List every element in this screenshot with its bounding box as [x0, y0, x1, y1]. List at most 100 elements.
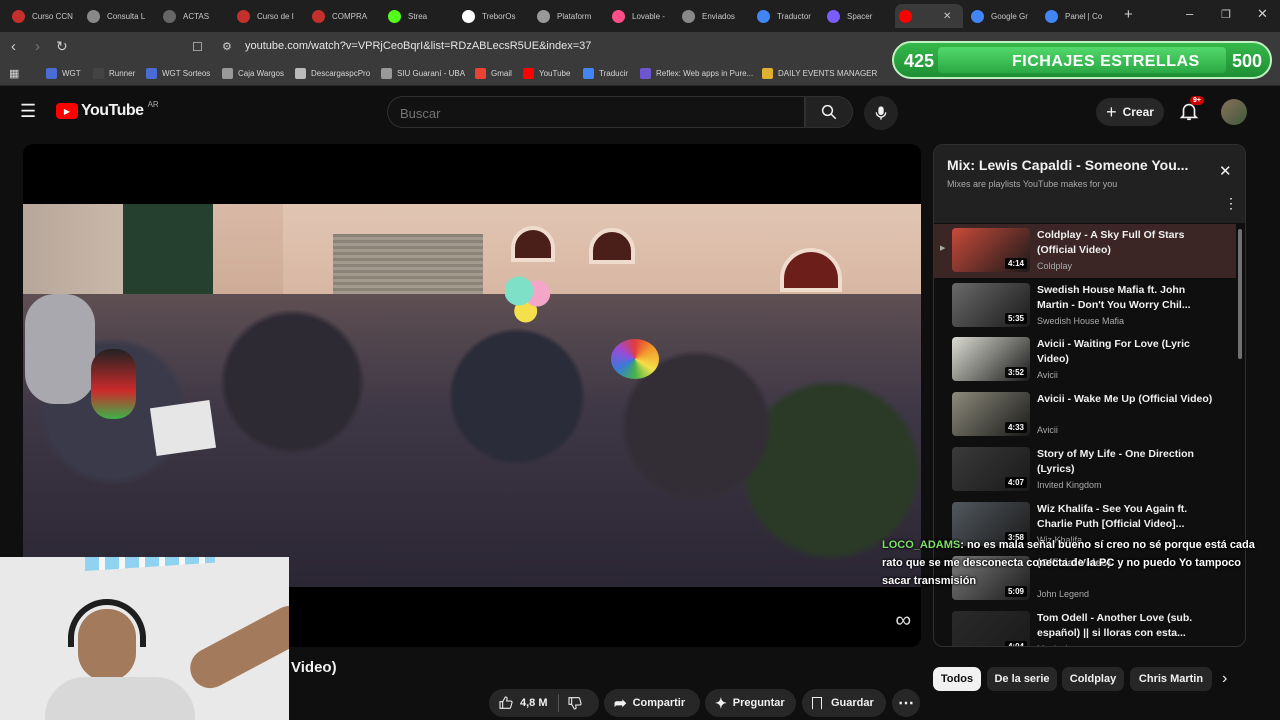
tab-label: Spacer — [847, 11, 873, 21]
bookmark-favicon-icon — [93, 68, 104, 79]
bookmark-item[interactable]: Traducir — [583, 68, 628, 79]
browser-tab[interactable]: Google Gr — [967, 4, 1037, 28]
browser-tab[interactable]: Panel | Co — [1041, 4, 1115, 28]
bookmark-item[interactable]: Runner — [93, 68, 135, 79]
goal-target: 500 — [1231, 51, 1262, 71]
white-box — [149, 400, 217, 456]
playlist-item-channel: Swedish House Mafia — [1037, 315, 1125, 326]
browser-tab[interactable]: ✕ — [895, 4, 963, 28]
playlist-item-channel: Musical — [1037, 644, 1068, 646]
browser-tab[interactable]: Plataform — [533, 4, 604, 28]
browser-tab[interactable]: Traductor — [753, 4, 819, 28]
reload-icon[interactable]: ↻ — [56, 38, 68, 55]
tab-close-icon[interactable]: ✕ — [943, 11, 951, 22]
back-icon[interactable]: ‹ — [11, 38, 16, 55]
bookmark-favicon-icon — [146, 68, 157, 79]
youtube-play-icon: ▶ — [56, 103, 78, 119]
new-tab-button[interactable]: + — [1124, 6, 1133, 23]
playlist-item-title: Tom Odell - Another Love (sub. español) … — [1037, 611, 1193, 639]
playlist-item[interactable]: 5:35 Swedish House Mafia ft. John Martin … — [934, 279, 1236, 333]
playlist-item-title: Avicii - Waiting For Love (Lyric Video) — [1037, 338, 1190, 366]
tab-favicon-icon — [612, 9, 625, 23]
share-label: Compartir — [632, 697, 686, 709]
close-icon[interactable]: ✕ — [1219, 162, 1232, 180]
site-info-icon[interactable]: ⚙ — [222, 40, 232, 53]
bookmark-item[interactable]: DAILY EVENTS MANAGER — [762, 68, 877, 79]
browser-tab[interactable]: Enviados — [678, 4, 749, 28]
youtube-logo[interactable]: ▶ YouTube AR — [56, 100, 159, 120]
voice-search-button[interactable] — [864, 96, 898, 130]
tab-favicon-icon — [682, 9, 695, 23]
address-bar-url[interactable]: youtube.com/watch?v=VPRjCeoBqrI&list=RDz… — [245, 40, 591, 52]
share-button[interactable]: ➦ Compartir — [604, 689, 700, 717]
apps-grid-icon[interactable]: ▦ — [9, 67, 19, 80]
bookmark-item[interactable]: Gmail — [475, 68, 512, 79]
bookmark-item[interactable]: DescargaspcPro — [295, 68, 370, 79]
streamer-body — [45, 677, 195, 720]
browser-tab[interactable]: Lovable - — [608, 4, 674, 28]
webcam-overlay — [0, 557, 289, 720]
more-vert-icon[interactable]: ⋮ — [1224, 195, 1238, 212]
menu-icon[interactable]: ☰ — [20, 101, 36, 122]
avatar[interactable] — [1221, 99, 1247, 125]
ask-button[interactable]: ✦ Preguntar — [705, 689, 796, 717]
mic-icon — [875, 106, 887, 120]
notifications-button[interactable]: 9+ — [1178, 96, 1204, 124]
bookmark-item[interactable]: Reflex: Web apps in Pure... — [640, 68, 753, 79]
browser-tab[interactable]: Strea — [384, 4, 454, 28]
minimize-icon[interactable]: – — [1186, 6, 1193, 21]
restore-icon[interactable]: ❐ — [1221, 8, 1231, 21]
chevron-right-icon[interactable]: › — [1222, 670, 1227, 688]
like-dislike-group: 4,8 M — [489, 689, 599, 717]
browser-tab[interactable]: Consulta L — [83, 4, 155, 28]
playlist-item[interactable]: 4:07 Story of My Life - One Direction (Ly… — [934, 443, 1236, 497]
bookmark-item[interactable]: WGT — [46, 68, 81, 79]
more-actions-button[interactable]: ⋯ — [892, 689, 920, 717]
share-icon: ➦ — [614, 695, 627, 712]
browser-tab[interactable]: Curso de I — [233, 4, 304, 28]
bookmark-item[interactable]: WGT Sorteos — [146, 68, 210, 79]
tab-favicon-icon — [757, 9, 770, 23]
ask-label: Preguntar — [732, 697, 785, 709]
bookmark-item[interactable]: YouTube — [523, 68, 570, 79]
playlist-scrollbar[interactable] — [1238, 229, 1242, 359]
filter-chip[interactable]: Todos — [933, 667, 981, 691]
dislike-button[interactable] — [567, 695, 583, 711]
bookmark-item[interactable]: Caja Wargos — [222, 68, 284, 79]
playlist-item[interactable]: 3:52 Avicii - Waiting For Love (Lyric Vid… — [934, 333, 1236, 387]
bookmark-star-icon[interactable]: ☐ — [192, 40, 203, 54]
playlist-item[interactable]: 4:33 Avicii - Wake Me Up (Official Video)… — [934, 388, 1236, 442]
browser-tab[interactable]: ACTAS — [159, 4, 229, 28]
loop-icon[interactable]: ∞ — [895, 607, 911, 633]
playlist-item-title: Wiz Khalifa - See You Again ft. Charlie … — [1037, 502, 1188, 530]
playlist-title[interactable]: Mix: Lewis Capaldi - Someone You... — [947, 157, 1188, 173]
search-button[interactable] — [805, 96, 853, 128]
browser-tab[interactable]: TreborOs — [458, 4, 529, 28]
filter-chip[interactable]: Chris Martin — [1130, 667, 1212, 691]
filter-chip[interactable]: De la serie — [987, 667, 1057, 691]
playlist-item[interactable]: ▶ 4:14 Coldplay - A Sky Full Of Stars (Off… — [934, 224, 1236, 278]
tab-favicon-icon — [163, 9, 176, 23]
save-button[interactable]: Guardar — [802, 689, 886, 717]
bookmark-item[interactable]: SIU Guaraní - UBA — [381, 68, 465, 79]
balloons — [505, 276, 551, 326]
forward-icon[interactable]: › — [35, 38, 40, 55]
parrot-costume — [91, 349, 136, 419]
create-button[interactable]: + Crear — [1096, 98, 1164, 126]
chat-overlay: LOCO_ADAMS: no es mala señal bueno sí cr… — [882, 536, 1262, 590]
browser-tab[interactable]: COMPRA — [308, 4, 380, 28]
bookmark-favicon-icon — [640, 68, 651, 79]
browser-tab[interactable]: Curso CCN — [8, 4, 79, 28]
streamer-arm — [183, 598, 289, 696]
search-input[interactable] — [400, 103, 790, 123]
tab-favicon-icon — [388, 9, 401, 23]
like-button[interactable]: 4,8 M — [489, 695, 548, 711]
playlist-item[interactable]: 4:04 Tom Odell - Another Love (sub. españ… — [934, 607, 1236, 646]
filter-chip[interactable]: Coldplay — [1062, 667, 1124, 691]
bookmark-label: SIU Guaraní - UBA — [397, 69, 466, 78]
divider — [557, 694, 559, 712]
close-window-icon[interactable]: ✕ — [1257, 6, 1268, 22]
like-count: 4,8 M — [520, 697, 548, 709]
browser-tab[interactable]: Spacer — [823, 4, 891, 28]
bookmark-label: Traducir — [599, 69, 629, 78]
